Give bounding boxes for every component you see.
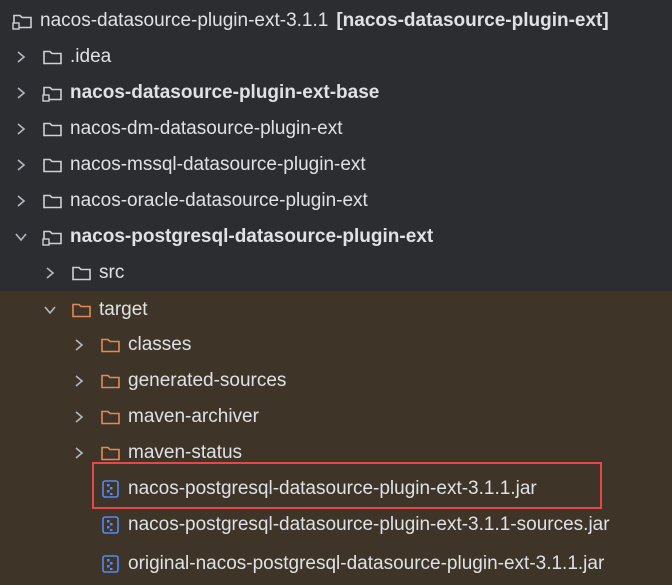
tree-item-label: .idea (70, 46, 112, 67)
tree-item-label: nacos-postgresql-datasource-plugin-ext (70, 226, 434, 247)
chevron-right-icon[interactable] (14, 86, 28, 100)
root-project-name: nacos-datasource-plugin-ext-3.1.1 (40, 10, 329, 31)
tree-row-oracle[interactable]: nacos-oracle-datasource-plugin-ext (0, 183, 672, 219)
excluded-folder-icon (71, 300, 93, 320)
chevron-right-icon[interactable] (14, 122, 28, 136)
folder-icon (42, 119, 64, 139)
excluded-folder-icon (100, 371, 122, 391)
tree-row-postgresql-module[interactable]: nacos-postgresql-datasource-plugin-ext (0, 219, 672, 255)
module-folder-icon (42, 227, 64, 247)
tree-item-label: nacos-postgresql-datasource-plugin-ext-3… (128, 514, 610, 535)
tree-item-label: nacos-datasource-plugin-ext-base (70, 82, 380, 103)
chevron-right-icon[interactable] (14, 194, 28, 208)
tree-row-root[interactable]: nacos-datasource-plugin-ext-3.1.1 [nacos… (0, 3, 672, 39)
folder-icon (42, 155, 64, 175)
module-folder-icon (12, 11, 34, 31)
tree-row-original-jar[interactable]: original-nacos-postgresql-datasource-plu… (0, 543, 672, 585)
chevron-down-icon[interactable] (14, 230, 28, 244)
tree-item-label: nacos-mssql-datasource-plugin-ext (70, 154, 366, 175)
chevron-right-icon[interactable] (72, 374, 86, 388)
tree-item-label: nacos-postgresql-datasource-plugin-ext-3… (128, 478, 537, 499)
chevron-right-icon[interactable] (14, 50, 28, 64)
jar-file-icon (100, 554, 122, 574)
tree-item-label: nacos-dm-datasource-plugin-ext (70, 118, 343, 139)
tree-item-label: generated-sources (128, 370, 287, 391)
tree-row-dm[interactable]: nacos-dm-datasource-plugin-ext (0, 111, 672, 147)
root-module-bracket: [nacos-datasource-plugin-ext] (336, 10, 609, 31)
excluded-folder-icon (100, 443, 122, 463)
tree-row-generated-sources[interactable]: generated-sources (0, 363, 672, 399)
tree-row-maven-status[interactable]: maven-status (0, 435, 672, 471)
excluded-folder-icon (100, 335, 122, 355)
chevron-right-icon[interactable] (14, 158, 28, 172)
tree-item-label: maven-status (128, 442, 243, 463)
jar-file-icon (100, 479, 122, 499)
excluded-folder-icon (100, 407, 122, 427)
folder-icon (71, 263, 93, 283)
tree-row-classes[interactable]: classes (0, 327, 672, 363)
project-tree: nacos-datasource-plugin-ext-3.1.1 [nacos… (0, 0, 672, 585)
tree-row-mssql[interactable]: nacos-mssql-datasource-plugin-ext (0, 147, 672, 183)
chevron-down-icon[interactable] (43, 303, 57, 317)
tree-row-target[interactable]: target (0, 291, 672, 328)
tree-row-maven-archiver[interactable]: maven-archiver (0, 399, 672, 435)
tree-item-label: original-nacos-postgresql-datasource-plu… (128, 553, 605, 574)
chevron-right-icon[interactable] (43, 266, 57, 280)
tree-item-label: target (99, 298, 148, 320)
tree-item-label: nacos-oracle-datasource-plugin-ext (70, 190, 368, 211)
module-folder-icon (42, 83, 64, 103)
tree-item-label: classes (128, 334, 192, 355)
tree-row-idea[interactable]: .idea (0, 39, 672, 75)
tree-item-label: src (99, 262, 125, 283)
tree-row-base-module[interactable]: nacos-datasource-plugin-ext-base (0, 75, 672, 111)
chevron-right-icon[interactable] (72, 338, 86, 352)
jar-file-icon (100, 515, 122, 535)
folder-icon (42, 191, 64, 211)
tree-item-label: maven-archiver (128, 406, 259, 427)
tree-row-src[interactable]: src (0, 255, 672, 291)
chevron-right-icon[interactable] (72, 410, 86, 424)
tree-row-jar[interactable]: nacos-postgresql-datasource-plugin-ext-3… (0, 471, 672, 507)
folder-icon (42, 47, 64, 67)
tree-row-sources-jar[interactable]: nacos-postgresql-datasource-plugin-ext-3… (0, 507, 672, 543)
chevron-right-icon[interactable] (72, 446, 86, 460)
